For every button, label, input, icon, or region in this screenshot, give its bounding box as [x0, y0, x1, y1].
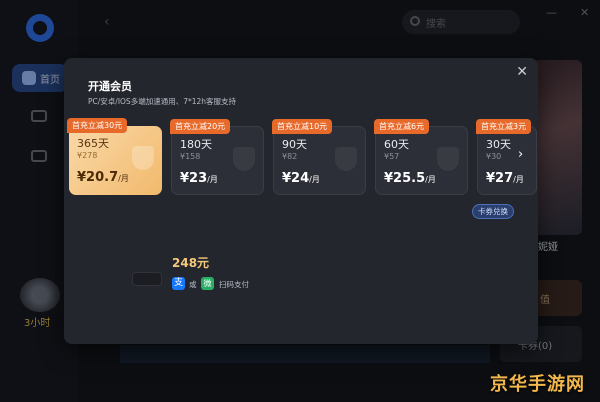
plan-discount-tag: 首充立减20元 — [170, 119, 231, 134]
plan-discount-tag: 首充立减3元 — [476, 119, 532, 134]
chevron-right-icon[interactable]: › — [518, 147, 523, 162]
plan-days: 60天 — [384, 138, 409, 151]
plan-card-180[interactable]: 首充立减20元 180天 ¥158 ¥23/月 — [170, 119, 264, 195]
coupon-redeem-button[interactable]: 卡券兑换 — [472, 204, 514, 219]
plan-card-60[interactable]: 首充立减6元 60天 ¥57 ¥25.5/月 — [374, 119, 468, 195]
plan-price: ¥20.7/月 — [77, 170, 129, 185]
plan-original-price: ¥158 — [180, 152, 201, 161]
plan-price: ¥27/月 — [486, 171, 524, 186]
plan-discount-tag: 首充立减30元 — [67, 118, 128, 133]
plan-original-price: ¥30 — [486, 152, 502, 161]
plan-price-value: ¥25.5 — [384, 171, 426, 186]
scan-to-pay-label: 扫码支付 — [219, 280, 249, 289]
plan-price-unit: /月 — [425, 175, 436, 184]
plan-original-price: ¥57 — [384, 152, 400, 161]
plan-original-price: ¥82 — [282, 152, 298, 161]
plan-discount-tag: 首充立减10元 — [272, 119, 333, 134]
total-price: 248元 — [172, 256, 210, 270]
plan-days: 180天 — [180, 138, 212, 151]
plan-price: ¥25.5/月 — [384, 171, 436, 186]
plan-price-value: ¥27 — [486, 171, 514, 186]
plan-original-price: ¥278 — [77, 151, 98, 160]
alipay-icon: 支 — [172, 277, 185, 290]
plan-price-value: ¥24 — [282, 171, 310, 186]
plan-price-unit: /月 — [513, 175, 524, 184]
plan-price-value: ¥23 — [180, 171, 208, 186]
plan-price-unit: /月 — [207, 175, 218, 184]
plan-days: 30天 — [486, 138, 511, 151]
plan-price: ¥24/月 — [282, 171, 320, 186]
wechat-pay-icon: 微 — [201, 277, 214, 290]
payment-or-label: 或 — [189, 280, 197, 289]
shield-icon — [132, 146, 154, 170]
shield-icon — [335, 147, 357, 171]
plan-card-30[interactable]: 首充立减3元 30天 ¥30 ¥27/月 — [476, 119, 537, 195]
plan-price-unit: /月 — [118, 174, 129, 183]
plan-discount-tag: 首充立减6元 — [374, 119, 430, 134]
plan-price-unit: /月 — [309, 175, 320, 184]
membership-modal: 开通会员 PC/安卓/IOS多端加速通用、7*12h客服支持 ✕ 首充立减30元… — [64, 58, 538, 344]
plan-card-365[interactable]: 首充立减30元 365天 ¥278 ¥20.7/月 — [67, 118, 162, 195]
modal-subtitle: PC/安卓/IOS多端加速通用、7*12h客服支持 — [88, 97, 237, 106]
plan-days: 365天 — [77, 137, 109, 150]
plan-price: ¥23/月 — [180, 171, 218, 186]
qr-code-placeholder — [132, 272, 162, 286]
site-watermark: 京华手游网 — [490, 374, 585, 395]
modal-title: 开通会员 — [88, 80, 132, 93]
close-icon[interactable]: ✕ — [516, 64, 528, 80]
shield-icon — [233, 147, 255, 171]
plan-days: 90天 — [282, 138, 307, 151]
shield-icon — [437, 147, 459, 171]
plan-list: 首充立减30元 365天 ¥278 ¥20.7/月 首充立减20元 180天 ¥… — [67, 118, 537, 198]
plan-price-value: ¥20.7 — [77, 170, 119, 185]
plan-card-90[interactable]: 首充立减10元 90天 ¥82 ¥24/月 — [272, 119, 366, 195]
